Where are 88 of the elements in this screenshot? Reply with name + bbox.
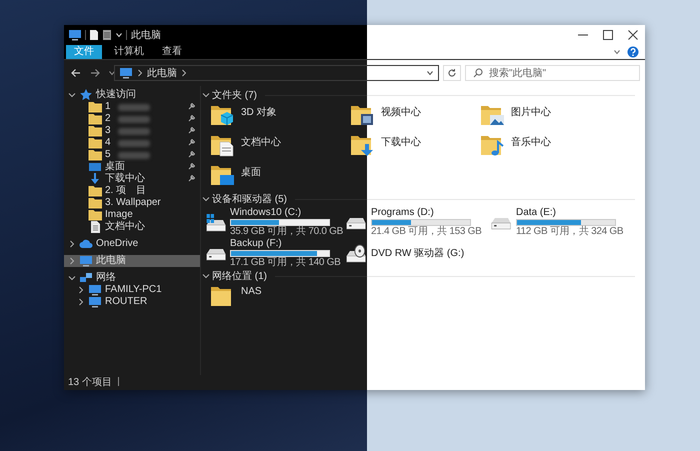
sidebar-item[interactable]: 快速访问 [64,89,200,101]
ribbon-tab[interactable]: 查看 [156,45,188,59]
sidebar-item[interactable]: 此电脑 [64,255,200,267]
desktop-icon [88,160,102,174]
maximize-icon[interactable] [602,29,614,41]
computer-icon [88,283,102,297]
folder-with-download-icon [350,133,375,157]
document-icon [88,220,102,234]
drive-space-text: 21.4 GB 可用，共 153 GB [371,227,482,237]
properties-icon [102,29,112,41]
folder-icon [88,136,102,150]
sidebar-item[interactable]: 桌面 [64,161,200,173]
folder-icon [88,100,102,114]
back-arrow-icon[interactable] [70,67,82,79]
computer-icon [119,67,133,79]
refresh-button[interactable] [443,65,461,81]
folder-with-film-icon [350,103,375,127]
caret-icon[interactable] [613,48,621,56]
dropdown-caret-icon[interactable] [426,69,434,77]
sidebar-item[interactable]: 4 [64,137,200,149]
sidebar-item[interactable]: ROUTER [64,296,200,308]
sidebar-item[interactable]: 2 [64,113,200,125]
folder-icon [88,208,102,222]
window-title: 此电脑 [131,28,161,42]
folder-with-music-note-icon [480,133,505,157]
folder-icon [88,184,102,198]
computer-icon [68,29,82,41]
ribbon-tab[interactable]: 计算机 [108,45,150,59]
sidebar-item[interactable]: 3 [64,125,200,137]
computer-icon [79,254,93,268]
folder-icon [88,196,102,210]
folder-with-picture-icon [480,103,505,127]
sidebar-item[interactable]: 3. Wallpaper [64,197,200,209]
search-icon [473,68,483,78]
cloud-icon [79,237,93,251]
chevron-icon [180,69,188,77]
folder-label[interactable]: 下载中心 [381,133,421,149]
group-heading[interactable]: 文件夹 (7) [212,88,257,102]
computer-icon [88,295,102,309]
drive-label[interactable]: Windows10 (C:) [230,208,302,218]
drive-space-text: 35.9 GB 可用，共 70.0 GB [230,227,343,237]
folder-with-cube-icon [210,103,235,127]
folder-label[interactable]: 3D 对象 [241,103,277,119]
close-icon[interactable] [627,29,639,41]
star-icon [79,88,93,102]
help-icon[interactable] [627,46,639,58]
folder-with-desktop-icon [210,163,235,187]
search-field[interactable]: 搜索"此电脑" [465,65,640,81]
group-heading[interactable]: 网络位置 (1) [212,269,267,283]
group-heading[interactable]: 设备和驱动器 (5) [212,192,287,206]
folder-icon [88,112,102,126]
folder-label[interactable]: NAS [241,284,262,297]
drive-space-text: 17.1 GB 可用，共 140 GB [230,258,340,268]
sidebar-item[interactable]: OneDrive [64,238,200,250]
drive-label[interactable]: Backup (F:) [230,239,282,249]
sidebar-item[interactable]: 5 [64,149,200,161]
sidebar-item[interactable]: FAMILY-PC1 [64,284,200,296]
drive-label[interactable]: DVD RW 驱动器 (G:) [371,248,464,258]
drive-label[interactable]: Programs (D:) [371,208,434,218]
windows-drive-icon [205,213,227,232]
folder-icon [88,148,102,162]
caret-icon[interactable] [108,69,116,77]
folder-label[interactable]: 图片中心 [511,103,551,119]
folder-label[interactable]: 桌面 [241,163,261,179]
document-icon [89,29,99,41]
dvd-drive-icon [345,244,367,263]
folder-label[interactable]: 文档中心 [241,133,281,149]
folder-icon [88,124,102,138]
sidebar-item[interactable]: 1 [64,101,200,113]
sidebar-item[interactable]: 2. 项 目 [64,185,200,197]
network-icon [79,271,93,285]
sidebar-item[interactable]: Image [64,209,200,221]
forward-arrow-icon[interactable] [89,67,101,79]
sidebar-item[interactable]: 网络 [64,272,200,284]
drive-label[interactable]: Data (E:) [516,208,556,218]
download-icon [88,172,102,186]
sidebar-item[interactable]: 下载中心 [64,173,200,185]
sidebar-item[interactable]: 文档中心 [64,221,200,233]
drive-space-text: 112 GB 可用，共 324 GB [516,227,624,237]
folder-with-document-icon [210,133,235,157]
folder-label[interactable]: 音乐中心 [511,133,551,149]
refresh-icon [447,68,457,78]
address-field[interactable]: 此电脑 [114,65,439,81]
folder-label[interactable]: 视频中心 [381,103,421,119]
caret-icon [115,31,123,39]
breadcrumb-item[interactable]: 此电脑 [147,66,177,80]
status-text: 13 个项目 [68,376,112,388]
chevron-icon [136,69,144,77]
